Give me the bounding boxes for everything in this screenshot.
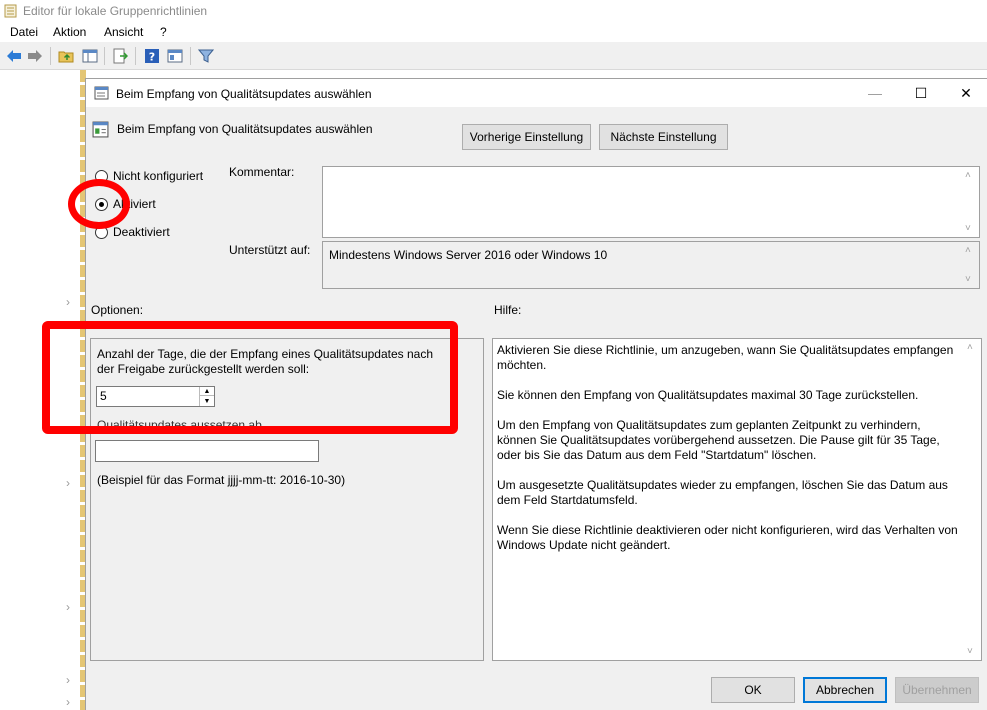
help-label: Hilfe: [494,303,522,317]
help-paragraph: Sie können den Empfang von Qualitätsupda… [497,388,919,402]
tree-expand-chevron[interactable]: › [66,600,70,614]
supported-on-box: Mindestens Windows Server 2016 oder Wind… [322,241,980,289]
folder-up-icon[interactable] [58,48,74,64]
help-paragraph: Aktivieren Sie diese Richtlinie, um anzu… [497,343,954,372]
supported-on-value: Mindestens Windows Server 2016 oder Wind… [329,248,608,262]
help-text: Aktivieren Sie diese Richtlinie, um anzu… [497,343,963,568]
properties-icon[interactable] [167,48,183,64]
export-list-icon[interactable] [112,48,128,64]
ok-button[interactable]: OK [711,677,795,703]
setting-header-title: Beim Empfang von Qualitätsupdates auswäh… [117,122,373,136]
annotation-circle [68,179,130,229]
toolbar-separator [104,47,105,65]
back-arrow-icon[interactable] [6,48,22,64]
radio-disabled-label: Deaktiviert [113,225,170,239]
toolbar-separator [135,47,136,65]
minimize-button[interactable]: — [852,79,898,107]
radio-not-configured-label: Nicht konfiguriert [113,169,204,183]
comment-textarea[interactable]: ˄ ˅ [322,166,980,238]
pause-date-input[interactable] [95,440,319,462]
apply-button: Übernehmen [895,677,979,703]
toolbar-separator [190,47,191,65]
previous-setting-button[interactable]: Vorherige Einstellung [462,124,591,150]
help-paragraph: Wenn Sie diese Richtlinie deaktivieren o… [497,523,958,552]
policy-setting-icon [94,86,109,100]
comment-scrollbar[interactable]: ˄ ˅ [962,167,979,237]
help-paragraph: Um den Empfang von Qualitätsupdates zum … [497,418,940,462]
options-label: Optionen: [91,303,144,317]
filter-icon[interactable] [198,48,214,64]
tree-expand-chevron[interactable]: › [66,295,70,309]
back-window-title: Editor für lokale Gruppenrichtlinien [23,4,208,18]
menu-ansicht[interactable]: Ansicht [104,25,143,39]
svg-text:?: ? [149,51,155,64]
help-panel: Aktivieren Sie diese Richtlinie, um anzu… [492,338,982,661]
annotation-rectangle [42,321,458,434]
dialog-title: Beim Empfang von Qualitätsupdates auswäh… [116,87,372,101]
menu-help[interactable]: ? [160,25,167,39]
toolbar: ? [0,42,987,70]
dialog-titlebar: Beim Empfang von Qualitätsupdates auswäh… [86,79,987,107]
help-icon[interactable]: ? [144,48,160,64]
comment-label: Kommentar: [229,165,295,179]
next-setting-button[interactable]: Nächste Einstellung [599,124,728,150]
format-hint: (Beispiel für das Format jjjj-mm-tt: 201… [97,473,346,487]
policy-editor-icon [4,4,17,18]
supported-on-label: Unterstützt auf: [229,243,311,257]
help-scrollbar[interactable]: ˄ ˅ [964,339,981,660]
menu-datei[interactable]: Datei [10,25,38,39]
supported-scrollbar[interactable]: ˄ ˅ [962,242,979,288]
menu-aktion[interactable]: Aktion [53,25,86,39]
forward-arrow-icon[interactable] [27,48,43,64]
maximize-button[interactable]: ☐ [898,79,944,107]
tree-expand-chevron[interactable]: › [66,695,70,709]
show-hide-tree-icon[interactable] [82,48,98,64]
close-button[interactable]: ✕ [943,79,987,107]
tree-expand-chevron[interactable]: › [66,673,70,687]
cancel-button[interactable]: Abbrechen [803,677,887,703]
setting-header-icon [92,121,109,138]
help-paragraph: Um ausgesetzte Qualitätsupdates wieder z… [497,478,948,507]
toolbar-separator [50,47,51,65]
tree-expand-chevron[interactable]: › [66,476,70,490]
menu-bar: Datei Aktion Ansicht ? [0,22,987,42]
back-window-titlebar: Editor für lokale Gruppenrichtlinien [0,0,987,22]
